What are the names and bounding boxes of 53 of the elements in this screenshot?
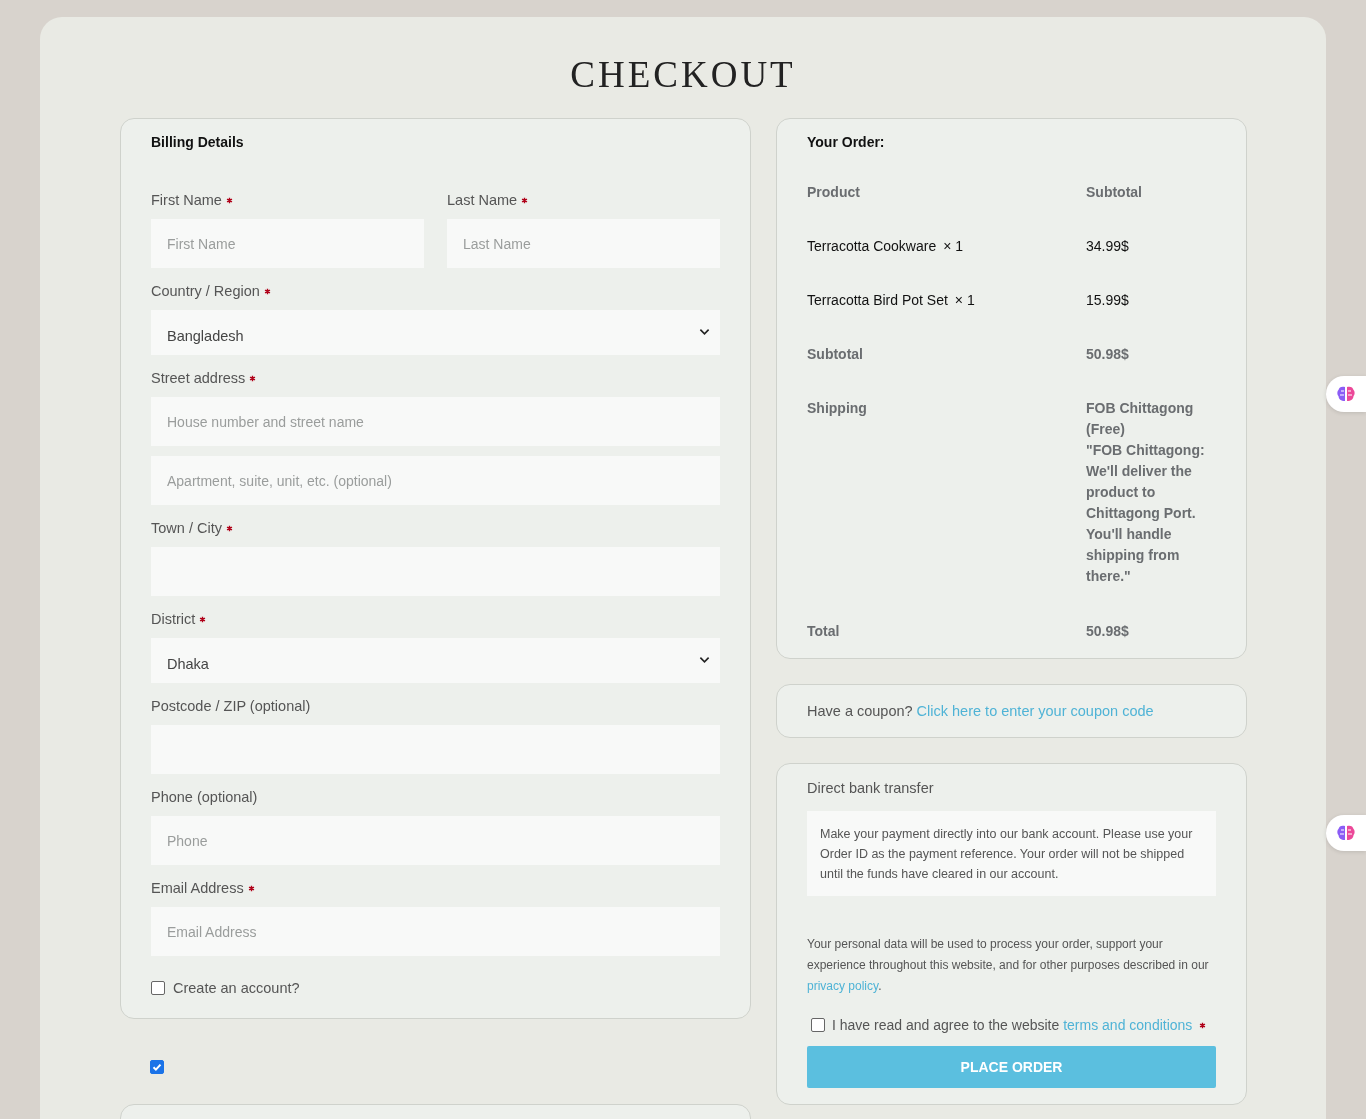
field-label: Country / Region xyxy=(151,282,260,300)
text-field[interactable]: House number and street name xyxy=(151,397,720,446)
order-label: Product xyxy=(807,183,860,202)
payment-method: Direct bank transfer xyxy=(807,780,935,796)
card-title: Your Order: xyxy=(807,133,886,151)
coupon-link[interactable]: Click here to enter your coupon code xyxy=(916,703,1154,719)
field-label: Town / City xyxy=(151,519,222,537)
field-label: Email Address xyxy=(151,879,244,897)
coupon-text: Have a coupon? xyxy=(807,703,913,719)
field-label: Postcode / ZIP (optional) xyxy=(151,697,311,715)
order-value: Subtotal xyxy=(1086,183,1143,202)
checkbox[interactable] xyxy=(811,1018,825,1032)
shipping-note: "FOB Chittagong: We'll deliver the product to Chittagong Port. You'll handle shipping from there." xyxy=(1086,441,1206,586)
order-label: Terracotta Bird Pot Set xyxy=(807,291,948,310)
select-field[interactable]: Bangladesh xyxy=(151,310,720,355)
brain-icon xyxy=(1336,385,1356,403)
checkbox[interactable] xyxy=(151,981,165,995)
chevron-down-icon xyxy=(699,655,710,664)
field-label: Street address xyxy=(151,369,246,387)
order-value: 50.98$ xyxy=(1086,622,1130,641)
field-label: First Name xyxy=(151,191,222,209)
order-value: 50.98$ xyxy=(1086,345,1130,364)
place-order-button[interactable]: PLACE ORDER xyxy=(807,1046,1216,1088)
order-label: Subtotal xyxy=(807,345,863,364)
terms-link[interactable]: terms and conditions xyxy=(1063,1017,1193,1033)
order-value: FOB Chittagong (Free) xyxy=(1086,399,1195,439)
page-title: CHECKOUT xyxy=(569,53,797,97)
privacy-text: Your personal data will be used to process your order, support your experience throughout this website, and for other purposes described in our privacy policy. xyxy=(807,936,1210,995)
text-field[interactable]: First Name xyxy=(151,219,424,268)
card-title: Billing Details xyxy=(151,133,245,151)
order-value: 34.99$ xyxy=(1086,237,1130,256)
payment-description: Make your payment directly into our bank account. Please use your Order ID as the payment reference. Your order will not be shipped until the funds have cleared in our account. xyxy=(807,811,1216,896)
checkbox[interactable] xyxy=(150,1060,164,1074)
brain-icon xyxy=(1336,824,1356,842)
extension-button[interactable] xyxy=(1326,815,1366,851)
order-value: 15.99$ xyxy=(1086,291,1130,310)
text-field[interactable]: Email Address xyxy=(151,907,720,956)
select-field[interactable]: Dhaka xyxy=(151,638,720,683)
field-label: Phone (optional) xyxy=(151,788,258,806)
text-field[interactable]: Apartment, suite, unit, etc. (optional) xyxy=(151,456,720,505)
text-field[interactable]: Phone xyxy=(151,816,720,865)
quantity: × 1 xyxy=(943,237,964,256)
chevron-down-icon xyxy=(699,327,710,336)
checkbox-label: Create an account? xyxy=(173,980,300,996)
terms-text: I have read and agree to the website terms and conditions xyxy=(832,1017,1193,1033)
order-label: Terracotta Cookware xyxy=(807,237,937,256)
extension-button[interactable] xyxy=(1326,376,1366,412)
field-label: Last Name xyxy=(447,191,518,209)
field-label: District xyxy=(151,610,196,628)
order-label: Total xyxy=(807,622,840,641)
quantity: × 1 xyxy=(954,291,975,310)
text-field[interactable]: Last Name xyxy=(447,219,720,268)
order-label: Shipping xyxy=(807,399,867,418)
